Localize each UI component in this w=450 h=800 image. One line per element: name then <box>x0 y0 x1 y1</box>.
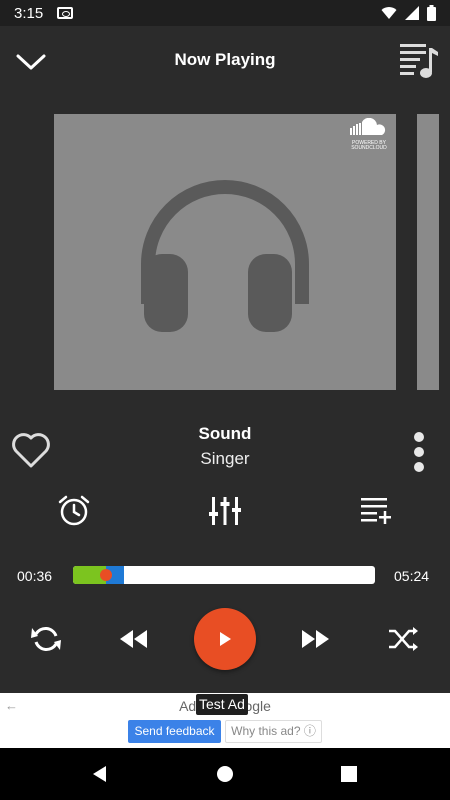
repeat-icon[interactable] <box>29 622 63 656</box>
send-feedback-button[interactable]: Send feedback <box>128 720 221 743</box>
soundcloud-badge: POWERED BY SOUNDCLOUD <box>348 117 390 152</box>
page-title: Now Playing <box>174 50 276 69</box>
shuffle-icon[interactable] <box>386 622 420 656</box>
playlist-icon[interactable] <box>396 38 440 82</box>
more-vert-icon[interactable] <box>408 430 430 474</box>
battery-icon <box>427 5 436 21</box>
soundcloud-icon <box>350 117 386 135</box>
system-nav-bar <box>0 748 450 800</box>
next-artwork-peek[interactable] <box>417 114 439 390</box>
add-to-queue-icon[interactable] <box>358 494 392 528</box>
status-time: 3:15 <box>14 4 44 22</box>
status-icons <box>381 5 436 21</box>
cast-icon <box>57 7 74 19</box>
nav-back-icon[interactable] <box>88 762 112 786</box>
more-dot <box>414 432 424 442</box>
signal-icon <box>405 6 419 20</box>
rewind-icon[interactable] <box>117 622 151 656</box>
ad-banner: ← Ads by Google Test Ad Send feedback Wh… <box>0 693 450 748</box>
album-artwork[interactable]: POWERED BY SOUNDCLOUD <box>54 114 396 390</box>
total-time: 05:24 <box>394 568 430 584</box>
more-dot <box>414 447 424 457</box>
track-artist: Singer <box>200 449 250 468</box>
track-info: Sound Singer <box>0 424 450 469</box>
why-this-ad-button[interactable]: Why this ad? ⓘ <box>225 720 322 743</box>
more-dot <box>414 462 424 472</box>
alarm-icon[interactable] <box>57 494 91 528</box>
fast-forward-icon[interactable] <box>298 622 332 656</box>
nav-home-icon[interactable] <box>213 762 237 786</box>
nav-recents-icon[interactable] <box>337 762 361 786</box>
play-button[interactable] <box>194 608 256 670</box>
equalizer-icon[interactable] <box>208 494 242 528</box>
seek-bar[interactable] <box>73 566 375 584</box>
soundcloud-brand: SOUNDCLOUD <box>351 145 387 151</box>
headphones-icon <box>141 180 309 332</box>
track-title: Sound <box>198 424 252 443</box>
header: Now Playing <box>0 26 450 94</box>
test-ad-tooltip: Test Ad <box>196 694 248 715</box>
wifi-icon <box>381 7 397 20</box>
play-icon <box>220 632 231 646</box>
elapsed-time: 00:36 <box>17 568 53 584</box>
status-bar: 3:15 <box>0 0 450 26</box>
